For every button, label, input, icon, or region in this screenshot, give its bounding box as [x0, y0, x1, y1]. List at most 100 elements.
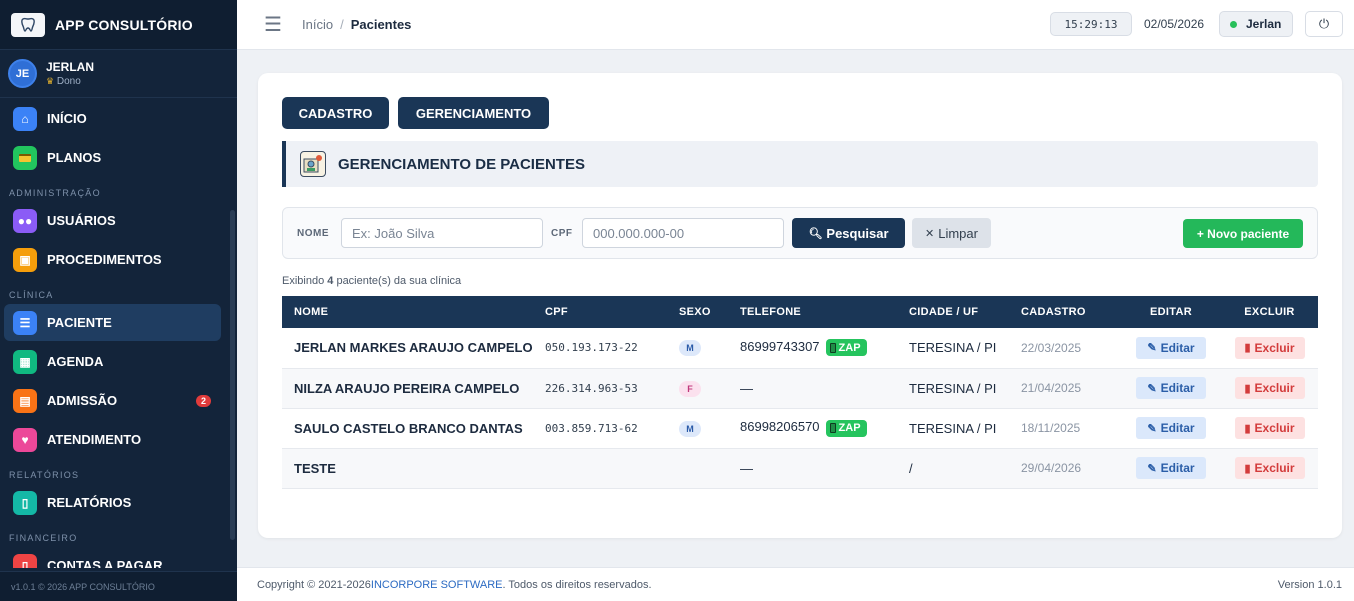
- nav-section-financeiro: FINANCEIRO: [9, 533, 78, 543]
- clock: 15:29:13: [1050, 12, 1132, 36]
- col-telefone[interactable]: TELEFONE: [740, 296, 909, 328]
- sidebar-item-planos[interactable]: PLANOS: [4, 139, 221, 176]
- col-cpf[interactable]: CPF: [545, 296, 679, 328]
- trash-icon: ▮: [1244, 382, 1251, 395]
- patient-sex-empty: [679, 448, 740, 488]
- app-title: APP CONSULTÓRIO: [55, 16, 193, 33]
- name-label: NOME: [297, 228, 329, 239]
- table-row: TESTE — / 29/04/2026 ✎ Editar ▮ Excluir: [282, 448, 1318, 488]
- search-button[interactable]: 🔍︎ Pesquisar: [792, 218, 905, 248]
- patient-name: TESTE: [294, 460, 336, 476]
- col-sexo[interactable]: SEXO: [679, 296, 740, 328]
- name-search-input[interactable]: [341, 218, 543, 248]
- col-nome[interactable]: NOME: [282, 296, 545, 328]
- delete-button[interactable]: ▮ Excluir: [1234, 336, 1305, 359]
- search-filter-bar: NOME CPF 🔍︎ Pesquisar ✕ Limpar + Novo pa…: [282, 207, 1318, 259]
- phone-icon: [829, 342, 836, 353]
- patient-cpf: [545, 448, 679, 488]
- sidebar-item-label: ADMISSÃO: [47, 393, 118, 408]
- section-header: GERENCIAMENTO DE PACIENTES: [282, 141, 1318, 187]
- patient-name: SAULO CASTELO BRANCO DANTAS: [294, 420, 523, 436]
- col-cadastro[interactable]: CADASTRO: [1021, 296, 1121, 328]
- sidebar-item-label: USUÁRIOS: [47, 213, 116, 228]
- whatsapp-button[interactable]: ZAP: [825, 419, 867, 437]
- patient-city: /: [909, 460, 913, 476]
- sidebar-footer: v1.0.1 © 2026 APP CONSULTÓRIO: [0, 571, 237, 601]
- delete-button[interactable]: ▮ Excluir: [1234, 377, 1305, 399]
- user-menu-name: Jerlan: [1246, 17, 1282, 31]
- tooth-icon: ♥: [13, 427, 37, 452]
- sidebar-item-admissao[interactable]: ▤ ADMISSÃO 2: [4, 382, 221, 419]
- breadcrumb-home[interactable]: Início: [302, 17, 333, 32]
- edit-button[interactable]: ✎ Editar: [1136, 377, 1206, 399]
- users-icon: ●●: [13, 208, 37, 233]
- patient-register-date: 22/03/2025: [1021, 340, 1082, 355]
- pencil-icon: ✎: [1147, 382, 1157, 395]
- cpf-search-input[interactable]: [582, 218, 784, 248]
- sidebar-item-label: RELATÓRIOS: [47, 495, 132, 510]
- patient-phone: 86999743307: [740, 339, 820, 355]
- menu-icon[interactable]: ☰: [264, 12, 284, 37]
- tab-gerenciamento[interactable]: GERENCIAMENTO: [398, 97, 549, 129]
- version-label: Version 1.0.1: [1277, 578, 1342, 591]
- sidebar-item-contas-a-pagar[interactable]: ▯ CONTAS A PAGAR: [4, 547, 221, 568]
- patient-register-date: 18/11/2025: [1021, 421, 1081, 435]
- patient-cpf: 003.859.713-62: [545, 421, 638, 435]
- sidebar-item-inicio[interactable]: ⌂ INÍCIO: [4, 100, 221, 137]
- sidebar-item-paciente[interactable]: ☰ PACIENTE: [4, 304, 221, 341]
- patient-city: TERESINA / PI: [909, 380, 997, 396]
- clipboard-icon: ▤: [13, 388, 37, 413]
- sidebar-item-agenda[interactable]: ▦ AGENDA: [4, 343, 221, 380]
- nav-section-relatorios: RELATÓRIOS: [9, 470, 80, 480]
- company-link[interactable]: INCORPORE SOFTWARE: [371, 579, 503, 591]
- pencil-icon: ✎: [1147, 422, 1157, 435]
- edit-button[interactable]: ✎ Editar: [1136, 457, 1206, 479]
- sidebar-scrollbar[interactable]: [230, 210, 235, 540]
- sidebar-item-procedimentos[interactable]: ▣ PROCEDIMENTOS: [4, 241, 221, 278]
- col-editar: EDITAR: [1150, 306, 1192, 318]
- admissao-count-badge: 2: [195, 394, 211, 407]
- search-icon: 🔍︎: [808, 227, 823, 240]
- sex-badge: F: [679, 380, 701, 397]
- user-role: Dono: [56, 76, 81, 87]
- sidebar-nav: ⌂ INÍCIO PLANOS ADMINISTRAÇÃO ●● USUÁRIO…: [0, 98, 237, 568]
- new-patient-button[interactable]: + Novo paciente: [1183, 219, 1303, 248]
- brand[interactable]: APP CONSULTÓRIO: [0, 0, 237, 50]
- table-header-row: NOME CPF SEXO TELEFONE CIDADE / UF CADAS…: [282, 296, 1318, 328]
- sidebar-item-label: PROCEDIMENTOS: [47, 252, 162, 267]
- user-menu[interactable]: Jerlan: [1219, 11, 1293, 37]
- sidebar-item-label: PLANOS: [47, 150, 102, 165]
- sidebar-item-relatorios[interactable]: ▯ RELATÓRIOS: [4, 484, 221, 521]
- trash-icon: ▮: [1244, 422, 1251, 435]
- sidebar-item-label: AGENDA: [47, 354, 104, 369]
- breadcrumb-separator: /: [340, 17, 344, 32]
- avatar: JE: [8, 59, 37, 88]
- delete-button[interactable]: ▮ Excluir: [1234, 417, 1305, 439]
- sex-badge: M: [679, 340, 701, 357]
- edit-button[interactable]: ✎ Editar: [1136, 417, 1206, 439]
- main-card: CADASTRO GERENCIAMENTO GERENCIAMENTO DE …: [258, 73, 1342, 538]
- card-icon: [13, 145, 37, 170]
- close-icon: ✕: [925, 227, 935, 240]
- patient-register-date: 21/04/2025: [1021, 381, 1082, 395]
- bill-icon: ▯: [13, 553, 37, 568]
- crown-icon: ♛: [46, 76, 55, 86]
- table-row: NILZA ARAUJO PEREIRA CAMPELO 226.314.963…: [282, 368, 1318, 408]
- power-icon[interactable]: ⏻: [1305, 11, 1343, 37]
- tab-cadastro[interactable]: CADASTRO: [282, 97, 389, 129]
- clear-button[interactable]: ✕ Limpar: [912, 218, 991, 248]
- user-box[interactable]: JE JERLAN ♛ Dono: [0, 50, 237, 98]
- sidebar-item-atendimento[interactable]: ♥ ATENDIMENTO: [4, 421, 221, 458]
- sidebar-item-label: PACIENTE: [47, 315, 112, 330]
- whatsapp-button[interactable]: ZAP: [825, 339, 867, 357]
- pencil-icon: ✎: [1147, 462, 1157, 475]
- col-cidade[interactable]: CIDADE / UF: [909, 296, 1021, 328]
- col-excluir: EXCLUIR: [1244, 306, 1295, 318]
- sidebar-item-usuarios[interactable]: ●● USUÁRIOS: [4, 202, 221, 239]
- edit-button[interactable]: ✎ Editar: [1136, 336, 1206, 359]
- user-name: JERLAN: [46, 60, 95, 74]
- delete-button[interactable]: ▮ Excluir: [1234, 457, 1305, 479]
- patient-register-date: 29/04/2026: [1021, 461, 1082, 475]
- id-card-icon: ☰: [13, 310, 37, 335]
- results-summary: Exibindo 4 paciente(s) da sua clínica: [282, 275, 462, 287]
